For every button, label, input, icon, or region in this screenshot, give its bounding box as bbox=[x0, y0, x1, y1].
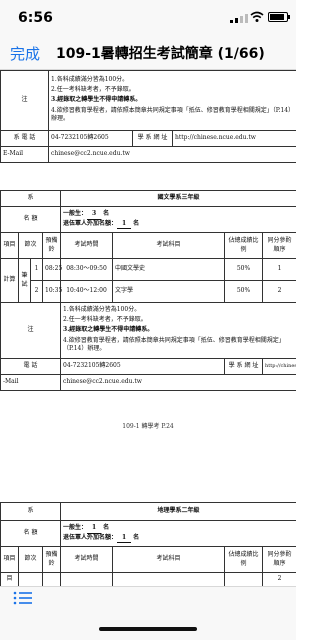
header-tie: 同分參酌順序 bbox=[262, 546, 296, 573]
quota-transfer-label: 退伍軍人外加名額： bbox=[63, 219, 118, 227]
notes-cell: 1.各科成績滿分皆為100分。 2.任一考科缺考者，不予錄取。 3.經錄取之轉學… bbox=[60, 302, 296, 359]
quota-general-label: 一般生： bbox=[63, 210, 88, 218]
row-weight: 50% bbox=[224, 280, 264, 303]
navigation-bar: 完成 109-1暑轉招生考試簡章 (1/66) bbox=[0, 36, 296, 70]
web-link[interactable]: http://chinese.ncue.edu.tw bbox=[262, 358, 296, 375]
note-item: 2.任一考科缺考者，不予錄取。 bbox=[63, 315, 147, 323]
row-prep: 08:25 bbox=[41, 258, 62, 281]
header-prep: 預備鈴 bbox=[41, 546, 62, 573]
status-time: 6:56 bbox=[18, 10, 53, 26]
note-item: 4.欲修習教育學程者，請依照本簡章共同規定事項「抵伍、修習教育學程相關規定」（P… bbox=[63, 336, 285, 353]
list-icon[interactable] bbox=[12, 589, 34, 607]
phone-label: 電 話 bbox=[0, 358, 62, 375]
row-subject: 文字學 bbox=[112, 280, 226, 303]
done-button[interactable]: 完成 bbox=[10, 43, 40, 64]
document-title: 109-1暑轉招生考試簡章 (1/66) bbox=[56, 46, 265, 62]
quota-cell: 一般生： 3 名 退伍軍人外加名額： 1 名 bbox=[60, 206, 296, 233]
header-time: 考試時間 bbox=[60, 232, 114, 259]
table-row: 2 10:35 10:40～12:00 文字學 50% 2 bbox=[1, 280, 296, 303]
battery-icon bbox=[268, 12, 290, 22]
web-label: 學 系 網 址 bbox=[132, 130, 173, 147]
email-label: -Mail bbox=[0, 374, 62, 391]
header-prep: 預備鈴 bbox=[41, 232, 62, 259]
note-item: 2.任一考科缺考者，不予錄取。 bbox=[51, 85, 135, 93]
email-label: E-Mail bbox=[0, 146, 49, 163]
document-page[interactable]: 注 1.各科成績滿分皆為100分。 2.任一考科缺考者，不予錄取。 3.經錄取之… bbox=[0, 70, 296, 586]
dept-table-geography: 系 地理學系二年級 名 額 一般生： 1 名 退伍軍人外加名額： 1 名 項目 節次… bbox=[0, 502, 296, 586]
dept-table-chinese: 系 國文學系三年級 名 額 一般生： 3 名 退伍軍人外加名額： 1 名 項目 節次… bbox=[0, 190, 296, 391]
notes-cell: 1.各科成績滿分皆為100分。 2.任一考科缺考者，不予錄取。 3.經錄取之轉學… bbox=[47, 70, 296, 131]
bottom-toolbar bbox=[0, 586, 296, 640]
quota-transfer-count: 1 bbox=[117, 534, 132, 543]
row-weight bbox=[224, 572, 264, 586]
wifi-icon bbox=[250, 11, 264, 22]
row-time: 10:40～12:00 bbox=[60, 280, 114, 303]
header-subject: 考試科目 bbox=[112, 232, 226, 259]
row-tie: 1 bbox=[262, 258, 296, 281]
web-link[interactable]: http://chinese.ncue.edu.tw bbox=[171, 130, 296, 147]
quota-unit: 名 bbox=[133, 533, 140, 541]
exam-label: 計算 bbox=[0, 258, 19, 303]
email-link[interactable]: chinese@cc2.ncue.edu.tw bbox=[60, 374, 296, 391]
note-item: 1.各科成績滿分皆為100分。 bbox=[63, 305, 141, 313]
quota-unit: 名 bbox=[103, 524, 110, 532]
email-link[interactable]: chinese@cc2.ncue.edu.tw bbox=[47, 146, 296, 163]
header-weight: 佔總成績比例 bbox=[224, 232, 264, 259]
header-time: 考試時間 bbox=[60, 546, 114, 573]
exam-type-label: 筆試 bbox=[18, 258, 31, 303]
notes-label: 注 bbox=[0, 302, 62, 359]
phone-label: 系 電 話 bbox=[0, 130, 49, 147]
quota-label: 名 額 bbox=[0, 520, 62, 547]
page-number: 109-1 轉學考 P.24 bbox=[122, 423, 174, 430]
header-tie: 同分參酌順序 bbox=[262, 232, 296, 259]
quota-unit: 名 bbox=[103, 210, 110, 218]
table-row: 目 2 bbox=[0, 572, 296, 586]
top-info-table: 注 1.各科成績滿分皆為100分。 2.任一考科缺考者，不予錄取。 3.經錄取之… bbox=[0, 70, 296, 163]
web-label: 學 系 網 址 bbox=[224, 358, 264, 375]
exam-label: 目 bbox=[0, 572, 19, 586]
phone-value: 04-7232105轉2605 bbox=[48, 130, 133, 147]
quota-unit: 名 bbox=[133, 219, 140, 227]
phone-value: 04-7232105轉2605 bbox=[60, 358, 226, 375]
quota-transfer-count: 1 bbox=[117, 220, 132, 229]
row-time: 08:30～09:50 bbox=[60, 258, 114, 281]
quota-label: 名 額 bbox=[0, 206, 62, 233]
cellular-signal-icon bbox=[230, 13, 248, 23]
row-no: 2 bbox=[30, 280, 43, 303]
header-weight: 佔總成績比例 bbox=[224, 546, 264, 573]
note-item: 1.各科成績滿分皆為100分。 bbox=[51, 75, 129, 83]
table-row: 計算 筆試 1 08:25 08:30～09:50 中國文學史 50% 1 bbox=[0, 258, 296, 303]
quota-general-count: 1 bbox=[87, 524, 102, 534]
note-item: 3.經錄取之轉學生不得申請轉系。 bbox=[51, 96, 142, 104]
header-order: 節次 bbox=[18, 232, 43, 259]
header-order: 節次 bbox=[18, 546, 43, 573]
header-subject: 考試科目 bbox=[112, 546, 226, 573]
header-item: 項目 bbox=[0, 546, 19, 573]
dept-label: 系 bbox=[0, 190, 62, 207]
quota-transfer-label: 退伍軍人外加名額： bbox=[63, 533, 118, 541]
row-tie: 2 bbox=[262, 280, 296, 303]
note-item: 3.經錄取之轉學生不得申請轉系。 bbox=[63, 326, 154, 334]
home-indicator[interactable] bbox=[99, 627, 197, 631]
dept-name: 地理學系二年級 bbox=[60, 502, 296, 521]
row-prep: 10:35 bbox=[41, 280, 62, 303]
quota-general-label: 一般生： bbox=[63, 524, 88, 532]
quota-general-count: 3 bbox=[87, 210, 102, 220]
note-item: 4.欲修習教育學程者，請依照本簡章共同規定事項「抵伍、修習教育學程相關規定」（P… bbox=[51, 106, 292, 123]
status-bar: 6:56 bbox=[0, 0, 296, 36]
dept-name: 國文學系三年級 bbox=[60, 190, 296, 207]
row-tie: 2 bbox=[262, 572, 296, 586]
dept-label: 系 bbox=[0, 502, 62, 521]
header-item: 項目 bbox=[0, 232, 19, 259]
row-no: 1 bbox=[30, 258, 43, 281]
row-weight: 50% bbox=[224, 258, 264, 281]
quota-cell: 一般生： 1 名 退伍軍人外加名額： 1 名 bbox=[60, 520, 296, 547]
row-subject: 中國文學史 bbox=[112, 258, 226, 281]
notes-label: 注 bbox=[0, 70, 49, 131]
